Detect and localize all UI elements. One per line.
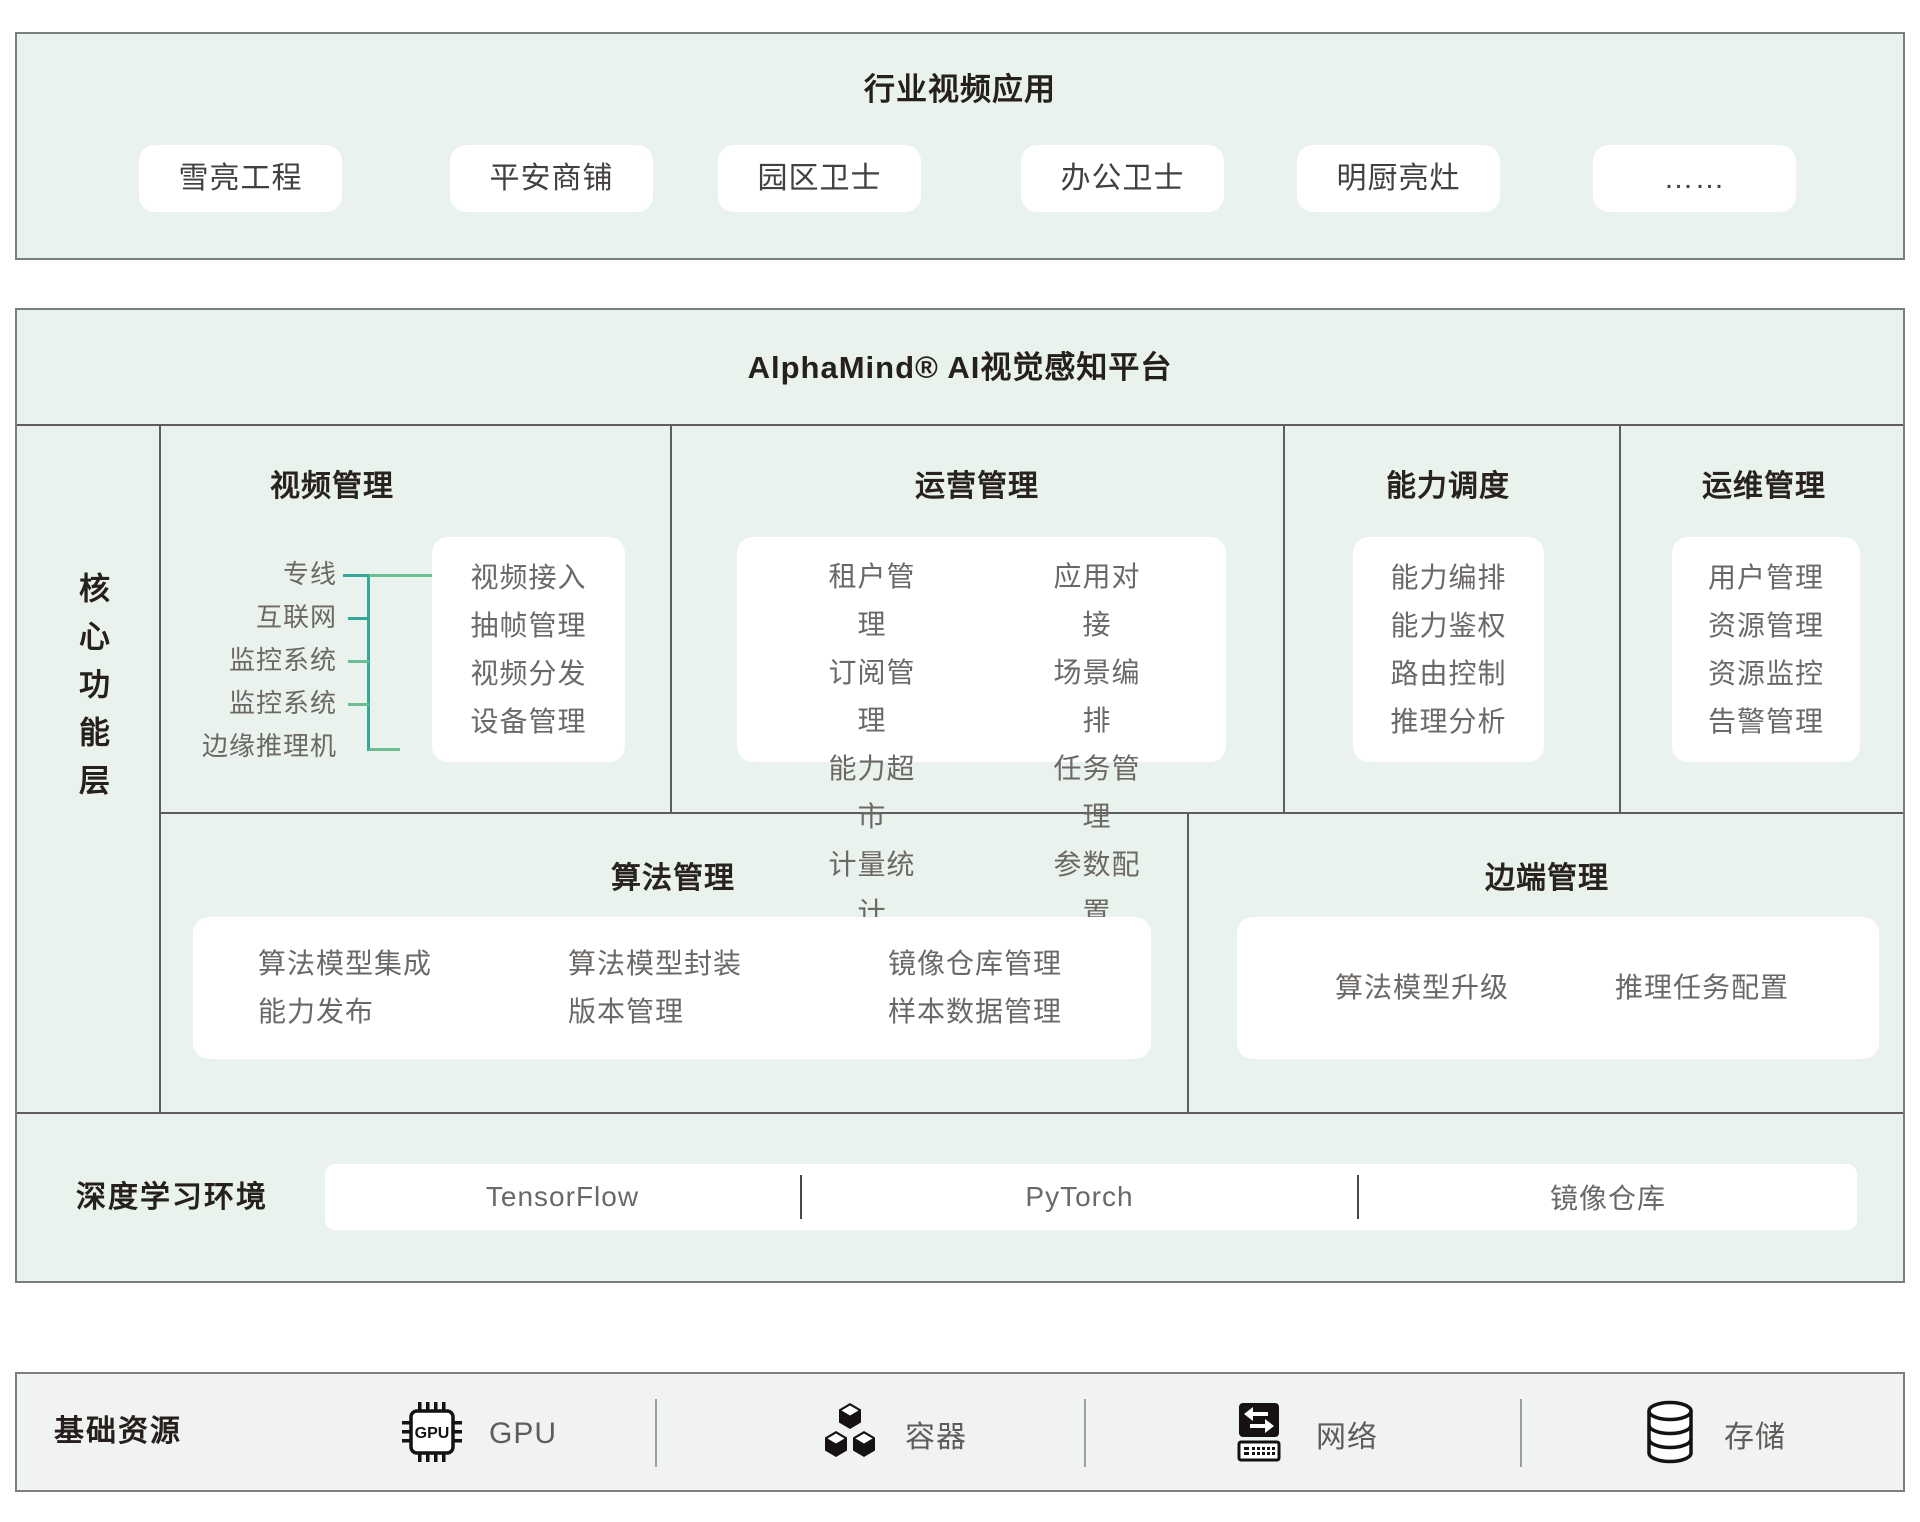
connector-hook	[369, 748, 400, 751]
infra-item-gpu: GPU GPU	[399, 1374, 557, 1494]
app-chip-pingan: 平安商铺	[450, 145, 653, 212]
algo-col-1: 算法模型集成 能力发布	[258, 940, 432, 1036]
om-item: 资源管理	[1672, 602, 1860, 650]
app-chip-yuanqu: 园区卫士	[718, 145, 921, 212]
storage-icon	[1640, 1399, 1700, 1470]
platform-title: AlphaMind® AI视觉感知平台	[17, 350, 1903, 386]
app-chip-more: ……	[1593, 145, 1796, 212]
section-title-operations: 运营管理	[877, 470, 1077, 504]
om-item: 资源监控	[1672, 650, 1860, 698]
gpu-icon: GPU	[399, 1399, 465, 1470]
algo-item: 算法模型封装	[568, 940, 742, 988]
infra-item-label: 容器	[905, 1412, 967, 1456]
dl-env-tensorflow: TensorFlow	[325, 1164, 800, 1230]
capability-box: 能力编排 能力鉴权 路由控制 推理分析	[1353, 537, 1544, 762]
connector-stub	[343, 574, 369, 577]
divider	[1520, 1399, 1522, 1467]
infra-item-label: GPU	[489, 1417, 557, 1451]
section-title-video: 视频管理	[232, 470, 432, 504]
ops-col-1: 租户管理 订阅管理 能力超市 计量统计	[816, 553, 928, 937]
ops-mgmt-box: 租户管理 订阅管理 能力超市 计量统计 应用对接 场景编排 任务管理 参数配置	[737, 537, 1226, 762]
divider	[17, 1112, 1903, 1114]
divider	[159, 812, 1903, 814]
ops-item: 能力超市	[816, 745, 928, 841]
dl-env-registry: 镜像仓库	[1359, 1164, 1857, 1230]
algo-item: 能力发布	[258, 988, 432, 1036]
dl-env-bar: TensorFlow PyTorch 镜像仓库	[325, 1164, 1857, 1230]
container-icon	[819, 1399, 881, 1470]
capability-item: 路由控制	[1353, 650, 1544, 698]
video-item: 视频分发	[432, 650, 625, 698]
capability-item: 推理分析	[1353, 698, 1544, 746]
video-mgmt-box: 视频接入 抽帧管理 视频分发 设备管理	[432, 537, 625, 762]
dl-env-label: 深度学习环境	[52, 1180, 292, 1216]
industry-apps-panel: 行业视频应用 雪亮工程 平安商铺 园区卫士 办公卫士 明厨亮灶 ……	[15, 32, 1905, 260]
dl-env-pytorch: PyTorch	[802, 1164, 1357, 1230]
connector-stub	[348, 660, 369, 663]
infra-item-network: 网络	[1226, 1374, 1378, 1494]
edge-item: 推理任务配置	[1577, 917, 1827, 1059]
app-chip-mingchu: 明厨亮灶	[1297, 145, 1500, 212]
architecture-diagram: 行业视频应用 雪亮工程 平安商铺 园区卫士 办公卫士 明厨亮灶 …… Alpha…	[0, 0, 1920, 1522]
algo-item: 版本管理	[568, 988, 742, 1036]
video-source: 边缘推理机	[152, 725, 337, 768]
infra-item-storage: 存储	[1640, 1374, 1786, 1494]
infra-item-container: 容器	[819, 1374, 967, 1494]
infra-panel: 基础资源 GPU GPU	[15, 1372, 1905, 1492]
algo-item: 算法模型集成	[258, 940, 432, 988]
divider	[655, 1399, 657, 1467]
divider	[1283, 424, 1285, 812]
video-item: 抽帧管理	[432, 602, 625, 650]
industry-apps-title: 行业视频应用	[17, 72, 1903, 108]
algo-item: 镜像仓库管理	[888, 940, 1062, 988]
ops-item: 任务管理	[1041, 745, 1153, 841]
ops-item: 订阅管理	[816, 649, 928, 745]
video-source: 互联网	[152, 596, 337, 639]
algo-item: 样本数据管理	[888, 988, 1062, 1036]
om-mgmt-box: 用户管理 资源管理 资源监控 告警管理	[1672, 537, 1860, 762]
ops-item: 场景编排	[1041, 649, 1153, 745]
ops-item: 租户管理	[816, 553, 928, 649]
infra-item-label: 存储	[1724, 1412, 1786, 1456]
algo-col-3: 镜像仓库管理 样本数据管理	[888, 940, 1062, 1036]
infra-item-label: 网络	[1316, 1412, 1378, 1456]
divider	[1619, 424, 1621, 812]
ops-item: 应用对接	[1041, 553, 1153, 649]
ops-col-2: 应用对接 场景编排 任务管理 参数配置	[1041, 553, 1153, 937]
algo-col-2: 算法模型封装 版本管理	[568, 940, 742, 1036]
infra-label: 基础资源	[54, 1374, 182, 1490]
om-item: 告警管理	[1672, 698, 1860, 746]
video-item: 设备管理	[432, 698, 625, 746]
network-icon	[1226, 1399, 1292, 1470]
video-source: 监控系统	[152, 639, 337, 682]
section-title-algo: 算法管理	[573, 862, 773, 896]
divider	[159, 424, 161, 1112]
platform-panel: AlphaMind® AI视觉感知平台 核心功能层 视频管理 运营管理 能力调度…	[15, 308, 1905, 1283]
video-source: 监控系统	[152, 682, 337, 725]
edge-item: 算法模型升级	[1297, 917, 1547, 1059]
om-item: 用户管理	[1672, 554, 1860, 602]
video-source: 专线	[152, 553, 337, 596]
connector-top-run	[369, 574, 433, 577]
divider	[1084, 1399, 1086, 1467]
divider	[670, 424, 672, 812]
connector-stub	[348, 703, 369, 706]
app-chip-xueliang: 雪亮工程	[139, 145, 342, 212]
video-item: 视频接入	[432, 554, 625, 602]
capability-item: 能力鉴权	[1353, 602, 1544, 650]
edge-mgmt-box: 算法模型升级 推理任务配置	[1237, 917, 1879, 1059]
section-title-om: 运维管理	[1664, 470, 1864, 504]
algo-mgmt-box: 算法模型集成 能力发布 算法模型封装 版本管理 镜像仓库管理 样本数据管理	[193, 917, 1151, 1059]
capability-item: 能力编排	[1353, 554, 1544, 602]
divider	[1187, 812, 1189, 1112]
core-layer-label: 核心功能层	[59, 572, 123, 822]
section-title-edge: 边端管理	[1447, 862, 1647, 896]
connector-stub	[348, 617, 369, 620]
section-title-capability: 能力调度	[1348, 470, 1548, 504]
svg-text:GPU: GPU	[415, 1425, 450, 1442]
app-chip-bangong: 办公卫士	[1021, 145, 1224, 212]
video-sources-list: 专线 互联网 监控系统 监控系统 边缘推理机	[152, 553, 337, 768]
